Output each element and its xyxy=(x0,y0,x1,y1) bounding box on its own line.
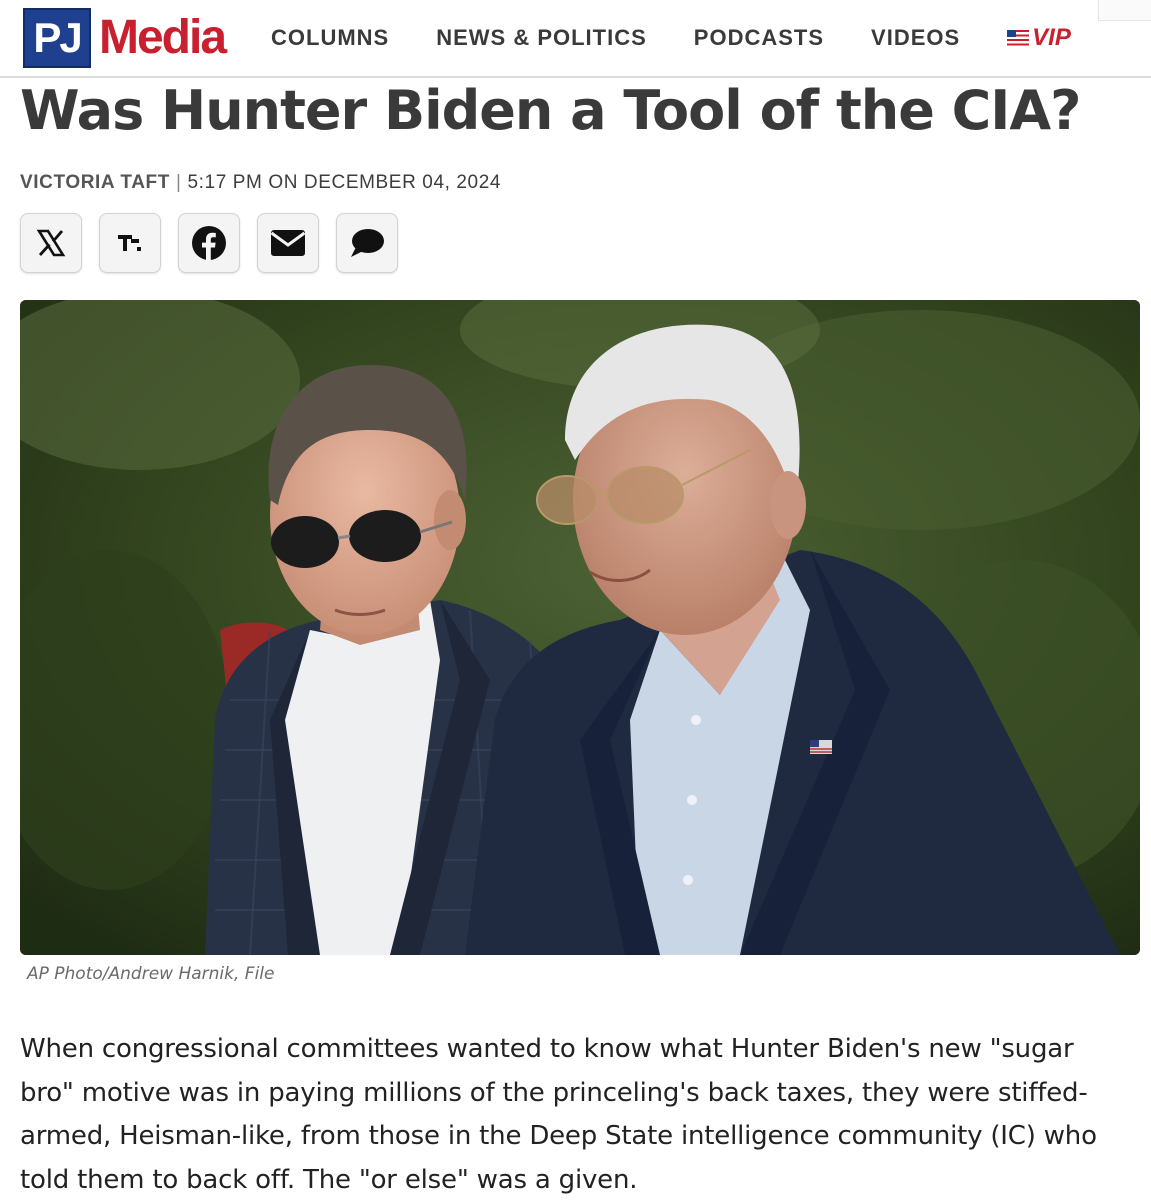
share-comment-button[interactable] xyxy=(336,213,398,273)
hero-photo-illustration xyxy=(20,300,1140,955)
image-caption: AP Photo/Andrew Harnik, File xyxy=(27,964,275,984)
article-body-paragraph: When congressional committees wanted to … xyxy=(20,1034,1097,1195)
email-icon xyxy=(270,230,306,256)
byline-separator: | xyxy=(175,172,182,193)
share-email-button[interactable] xyxy=(257,213,319,273)
main-nav: COLUMNS NEWS & POLITICS PODCASTS VIDEOS … xyxy=(271,24,1071,52)
nav-podcasts[interactable]: PODCASTS xyxy=(694,24,824,52)
comment-icon xyxy=(351,229,384,257)
vip-label: VIP xyxy=(1032,24,1071,51)
nav-columns[interactable]: COLUMNS xyxy=(271,24,389,52)
nav-news-politics[interactable]: NEWS & POLITICS xyxy=(436,24,647,52)
nav-videos[interactable]: VIDEOS xyxy=(871,24,960,52)
share-facebook-button[interactable] xyxy=(178,213,240,273)
us-flag-icon xyxy=(1007,30,1030,46)
facebook-icon xyxy=(192,226,226,261)
site-header: PJ Media COLUMNS NEWS & POLITICS PODCAST… xyxy=(0,0,1151,78)
article-hero-image xyxy=(20,300,1140,955)
x-icon xyxy=(36,229,66,257)
header-corner xyxy=(1098,0,1151,21)
logo-wordmark: Media xyxy=(99,11,227,64)
article-title: Was Hunter Biden a Tool of the CIA? xyxy=(20,79,1081,142)
truth-social-icon xyxy=(118,235,141,251)
byline: VICTORIA TAFT | 5:17 PM ON DECEMBER 04, 20… xyxy=(20,172,501,194)
logo-mark: PJ xyxy=(23,8,91,68)
share-truth-button[interactable] xyxy=(99,213,161,273)
site-logo[interactable]: PJ Media xyxy=(23,8,227,68)
nav-vip[interactable]: VIP xyxy=(1007,24,1071,52)
share-x-button[interactable] xyxy=(20,213,82,273)
publish-timestamp: 5:17 PM ON DECEMBER 04, 2024 xyxy=(187,172,502,193)
author-link[interactable]: VICTORIA TAFT xyxy=(20,172,170,193)
share-bar xyxy=(20,213,398,273)
